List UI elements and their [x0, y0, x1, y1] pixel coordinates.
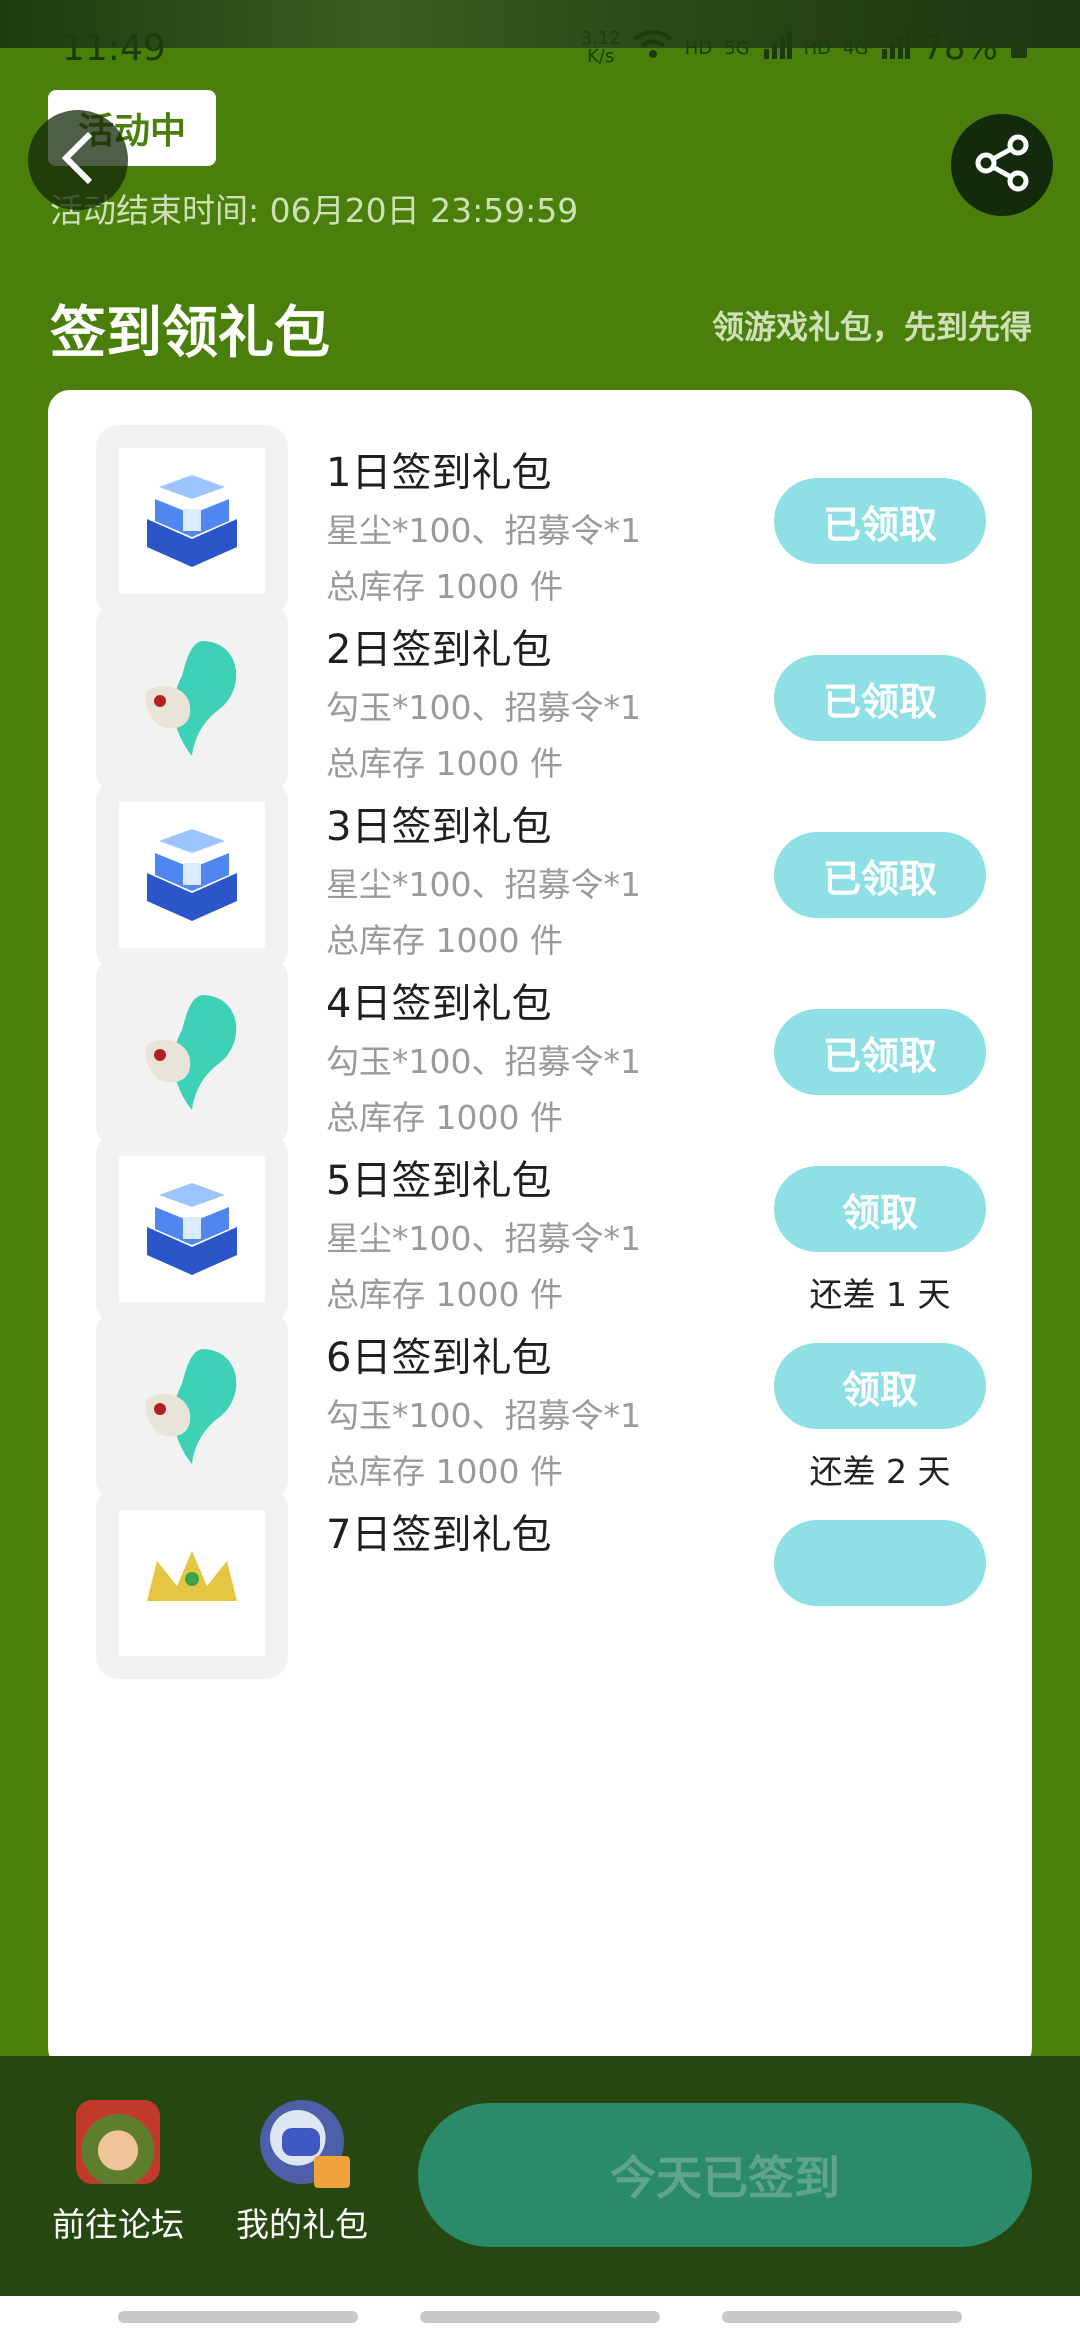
status-time: 11:49 [62, 28, 166, 69]
signal-icon-2 [880, 28, 911, 68]
forum-link[interactable]: 前往论坛 [38, 2100, 198, 2246]
bottom-bar: 前往论坛 我的礼包 今天已签到 [0, 2056, 1080, 2296]
gift-item: 7日签到礼包 [48, 1452, 1032, 1679]
gesture-pill [118, 2311, 358, 2323]
section-subtitle: 领游戏礼包，先到先得 [711, 308, 1032, 346]
status-bar: 11:49 3.12 K/s HD 5G HD 4G 78% [0, 20, 1080, 80]
gift-thumbnail [96, 1487, 288, 1679]
hd-label-2: HD [803, 37, 832, 59]
gift-title: 4日签到礼包 [326, 981, 552, 1027]
gift-contents: 勾玉*100、招募令*1 [326, 1396, 641, 1435]
forum-icon [76, 2100, 160, 2184]
gift-title: 7日签到礼包 [326, 1512, 552, 1558]
gift-title: 5日签到礼包 [326, 1158, 552, 1204]
gift-title: 6日签到礼包 [326, 1335, 552, 1381]
gift-title: 3日签到礼包 [326, 804, 552, 850]
hd-label-1: HD [684, 37, 713, 59]
activity-end-time: 活动结束时间: 06月20日 23:59:59 [50, 191, 579, 230]
gift-icon [260, 2100, 350, 2188]
chest-icon [137, 469, 247, 573]
claim-button[interactable] [774, 1520, 986, 1606]
claim-button[interactable]: 领取 [774, 1166, 986, 1252]
checked-in-button[interactable]: 今天已签到 [418, 2103, 1032, 2247]
gift-title: 2日签到礼包 [326, 627, 552, 673]
my-gifts-label: 我的礼包 [236, 2205, 368, 2244]
gift-list: 1日签到礼包 星尘*100、招募令*1 总库存 1000 件 已领取 2日签到礼… [48, 390, 1032, 2070]
back-button[interactable] [28, 110, 128, 210]
chest-icon [137, 1177, 247, 1281]
my-gifts-link[interactable]: 我的礼包 [222, 2100, 382, 2246]
network-label-1: 5G [724, 37, 750, 59]
share-icon [972, 133, 1032, 197]
claimed-button[interactable]: 已领取 [774, 1009, 986, 1095]
system-gesture-bar [0, 2296, 1080, 2340]
battery-icon [1010, 28, 1028, 68]
gift-contents: 星尘*100、招募令*1 [326, 1219, 641, 1258]
gift-title: 1日签到礼包 [326, 450, 552, 496]
claimed-button[interactable]: 已领取 [774, 832, 986, 918]
chest-icon [137, 823, 247, 927]
wifi-icon [633, 28, 673, 68]
gesture-pill [722, 2311, 962, 2323]
network-speed: 3.12 K/s [580, 28, 621, 67]
status-icons: 3.12 K/s HD 5G HD 4G 78% [581, 28, 1028, 68]
chevron-left-icon [58, 130, 98, 190]
forum-label: 前往论坛 [52, 2205, 184, 2244]
battery-level: 78% [922, 28, 998, 68]
claimed-button[interactable]: 已领取 [774, 655, 986, 741]
gesture-pill [420, 2311, 660, 2323]
crown-icon [137, 1541, 247, 1625]
gift-contents: 勾玉*100、招募令*1 [326, 1042, 641, 1081]
gift-contents: 勾玉*100、招募令*1 [326, 688, 641, 727]
gift-contents: 星尘*100、招募令*1 [326, 511, 641, 550]
claimed-button[interactable]: 已领取 [774, 478, 986, 564]
claim-button[interactable]: 领取 [774, 1343, 986, 1429]
share-button[interactable] [951, 114, 1053, 216]
gift-contents: 星尘*100、招募令*1 [326, 865, 641, 904]
network-label-2: 4G [843, 37, 869, 59]
signal-icon-1 [762, 28, 792, 68]
section-title: 签到领礼包 [50, 301, 330, 366]
